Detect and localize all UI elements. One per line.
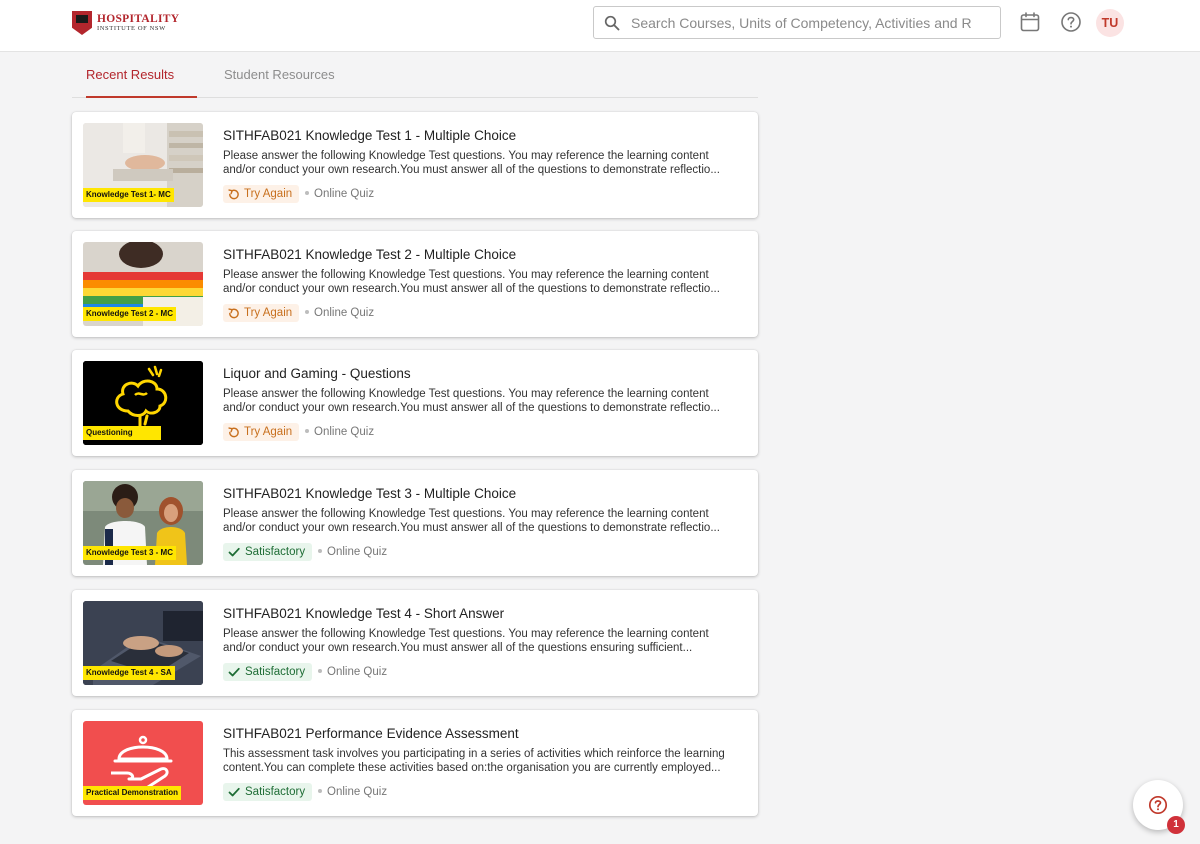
activity-type: Online Quiz — [318, 543, 387, 561]
status-badge-try-again: Try Again — [223, 304, 300, 322]
thumbnail-caption: Knowledge Test 3 - MC — [83, 546, 176, 560]
activity-type: Online Quiz — [305, 304, 374, 322]
result-card[interactable]: Knowledge Test 4 - SA SITHFAB021 Knowled… — [72, 590, 758, 696]
thumbnail-image: Knowledge Test 2 - MC — [83, 242, 203, 326]
status-badge-satisfactory: Satisfactory — [223, 783, 313, 801]
thumbnail-image: Questioning — [83, 361, 203, 445]
result-description: Please answer the following Knowledge Te… — [223, 628, 709, 654]
search-box[interactable] — [593, 6, 1001, 39]
retry-icon — [228, 188, 239, 199]
activity-type: Online Quiz — [305, 423, 374, 441]
result-title[interactable]: SITHFAB021 Knowledge Test 3 - Multiple C… — [223, 486, 516, 501]
activity-type: Online Quiz — [318, 663, 387, 681]
logo-name: HOSPITALITY — [97, 12, 180, 25]
thumbnail-image: Knowledge Test 4 - SA — [83, 601, 203, 685]
retry-icon — [228, 426, 239, 437]
search-icon — [604, 15, 620, 30]
result-title[interactable]: Liquor and Gaming - Questions — [223, 366, 411, 381]
logo[interactable]: HOSPITALITY INSTITUTE OF NSW — [72, 11, 179, 35]
search-input[interactable] — [631, 14, 971, 31]
tab-bar: Recent Results6 Student Resources — [72, 52, 758, 129]
result-card[interactable]: Questioning Liquor and Gaming - Question… — [72, 350, 758, 456]
thumbnail-image: Practical Demonstration — [83, 721, 203, 805]
activity-type: Online Quiz — [305, 185, 374, 203]
activity-type: Online Quiz — [318, 783, 387, 801]
status-badge-satisfactory: Satisfactory — [223, 663, 313, 681]
result-description: Please answer the following Knowledge Te… — [223, 150, 720, 176]
thumbnail-image: Knowledge Test 3 - MC — [83, 481, 203, 565]
result-description: Please answer the following Knowledge Te… — [223, 388, 720, 414]
thumbnail-caption: Knowledge Test 2 - MC — [83, 307, 176, 321]
result-card[interactable]: Knowledge Test 1- MC SITHFAB021 Knowledg… — [72, 112, 758, 218]
result-description: Please answer the following Knowledge Te… — [223, 269, 720, 295]
logo-crest-icon — [72, 11, 92, 35]
result-title[interactable]: SITHFAB021 Performance Evidence Assessme… — [223, 726, 519, 741]
thumbnail-image: Knowledge Test 1- MC — [83, 123, 203, 207]
retry-icon — [228, 307, 239, 318]
thumbnail-caption: Knowledge Test 1- MC — [83, 188, 174, 202]
result-card[interactable]: Knowledge Test 3 - MC SITHFAB021 Knowled… — [72, 470, 758, 576]
thumbnail-caption: Practical Demonstration — [83, 786, 182, 800]
help-icon[interactable] — [1060, 11, 1082, 33]
notification-badge: 1 — [1167, 816, 1185, 834]
result-description: This assessment task involves you partic… — [223, 748, 725, 774]
result-card[interactable]: Practical Demonstration SITHFAB021 Perfo… — [72, 710, 758, 816]
tab-label: Recent Results — [86, 67, 175, 82]
calendar-icon[interactable] — [1019, 11, 1041, 33]
top-header: HOSPITALITY INSTITUTE OF NSW TU — [0, 0, 1200, 52]
status-badge-try-again: Try Again — [223, 423, 300, 441]
status-badge-try-again: Try Again — [223, 185, 300, 203]
checkmark-icon — [228, 787, 240, 797]
checkmark-icon — [228, 547, 240, 557]
result-title[interactable]: SITHFAB021 Knowledge Test 2 - Multiple C… — [223, 247, 516, 262]
tab-student-resources[interactable]: Student Resources — [224, 52, 335, 98]
result-title[interactable]: SITHFAB021 Knowledge Test 1 - Multiple C… — [223, 128, 516, 143]
user-avatar[interactable]: TU — [1096, 9, 1124, 37]
result-title[interactable]: SITHFAB021 Knowledge Test 4 - Short Answ… — [223, 606, 504, 621]
thumbnail-caption: Questioning — [83, 426, 161, 440]
tab-label: Student Resources — [224, 67, 335, 82]
tab-recent-results[interactable]: Recent Results6 — [86, 52, 197, 129]
result-description: Please answer the following Knowledge Te… — [223, 508, 720, 534]
help-circle-icon — [1148, 795, 1168, 815]
status-badge-satisfactory: Satisfactory — [223, 543, 313, 561]
checkmark-icon — [228, 667, 240, 677]
result-card[interactable]: Knowledge Test 2 - MC SITHFAB021 Knowled… — [72, 231, 758, 337]
logo-subtitle: INSTITUTE OF NSW — [97, 25, 166, 32]
thumbnail-caption: Knowledge Test 4 - SA — [83, 666, 175, 680]
